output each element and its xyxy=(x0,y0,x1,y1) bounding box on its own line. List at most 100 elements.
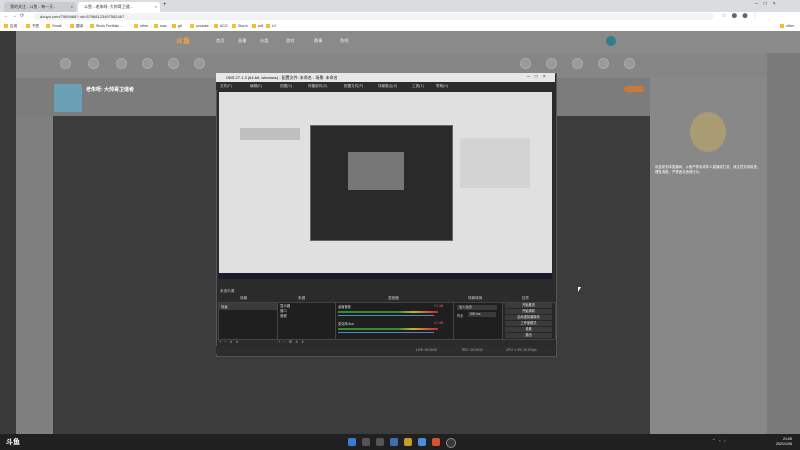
menu-item[interactable]: 视图(V) xyxy=(280,82,292,90)
scene-transitions-dock: 淡入淡出 时长 300 ms xyxy=(453,302,503,340)
site-logo[interactable]: 斗鱼 xyxy=(176,36,190,46)
window-controls[interactable]: –□× xyxy=(755,1,782,7)
dock-title-transitions: 场景转换 xyxy=(468,296,483,300)
scene-add-remove-icons[interactable]: +−∧∨ xyxy=(219,339,242,344)
nav-item[interactable]: 鱼吧 xyxy=(340,38,348,44)
scene-list-item[interactable]: 场景 xyxy=(219,303,277,310)
extension-icons[interactable]: ☆⬤⬤⋮ xyxy=(722,13,763,19)
bookmark-item[interactable]: pdf xyxy=(252,22,263,31)
search-icon[interactable] xyxy=(362,438,370,446)
audio-meter xyxy=(338,328,438,330)
nav-item[interactable]: 赛事 xyxy=(314,38,322,44)
gift-icon[interactable] xyxy=(194,58,205,69)
gift-icon[interactable] xyxy=(142,58,153,69)
nav-item[interactable]: 分类 xyxy=(260,38,268,44)
close-icon[interactable]: × xyxy=(155,2,157,12)
edge-icon[interactable] xyxy=(418,438,426,446)
bookmark-item[interactable]: other xyxy=(134,22,148,31)
obs-title-bar: OBS 27.1.3 (64-bit, windows) - 配置文件: 未命名… xyxy=(216,73,555,82)
nav-item[interactable]: 游戏 xyxy=(286,38,294,44)
mixer-channel-level: 0.0 dB xyxy=(434,304,444,308)
duration-input[interactable]: 300 ms xyxy=(468,312,496,317)
start-menu-icon[interactable] xyxy=(348,438,356,446)
avatar[interactable] xyxy=(606,36,616,46)
exit-button[interactable]: 退出 xyxy=(505,333,552,338)
preview-taskbar xyxy=(219,273,552,279)
gift-icon[interactable] xyxy=(520,58,531,69)
menu-item[interactable]: 工具(T) xyxy=(412,82,424,90)
close-icon[interactable]: × xyxy=(71,2,73,12)
menu-item[interactable]: 配置文件(P) xyxy=(344,82,363,90)
gift-icon[interactable] xyxy=(598,58,609,69)
start-streaming-button[interactable]: 开始推流 xyxy=(505,303,552,308)
obs-menu-bar: 文件(F) 编辑(E) 视图(V) 停靠部件(D) 配置文件(P) 场景集合(S… xyxy=(216,82,555,90)
gift-icon[interactable] xyxy=(168,58,179,69)
chrome-icon[interactable] xyxy=(432,438,440,446)
site-top-nav: 斗鱼 首页 直播 分类 游戏 赛事 鱼吧 xyxy=(16,31,800,53)
bookmark-item[interactable]: Gmail xyxy=(46,22,61,31)
mixer-channel-name: 麦克风/Aux xyxy=(338,322,354,326)
windows-taskbar xyxy=(0,434,800,450)
mixer-channel-name: 桌面音频 xyxy=(338,305,351,309)
left-sidebar xyxy=(0,31,16,434)
gift-icon[interactable] xyxy=(60,58,71,69)
bookmark-item[interactable]: Stock Portfolio ... xyxy=(90,22,123,31)
tab-label: 我的关注 - 斗鱼 - 每一天... xyxy=(10,4,57,9)
obs-icon[interactable] xyxy=(446,438,456,448)
nested-preview-image xyxy=(348,152,404,190)
source-item[interactable]: 音频 xyxy=(278,313,335,318)
system-tray-icons[interactable]: ⌃◔♪ xyxy=(712,438,729,443)
gift-icon[interactable] xyxy=(88,58,99,69)
gift-icon[interactable] xyxy=(624,58,635,69)
bookmark-item[interactable]: ACG xyxy=(214,22,228,31)
volume-slider[interactable] xyxy=(338,332,434,333)
url-input[interactable]: douyu.com/7969468? rid=57968123497582467 xyxy=(34,13,714,20)
dock-title-controls: 控件 xyxy=(522,296,530,300)
menu-item[interactable]: 编辑(E) xyxy=(250,82,262,90)
gift-icon[interactable] xyxy=(546,58,557,69)
bookmark-item[interactable]: youtube xyxy=(190,22,209,31)
rec-status: REC: 00:00:00 xyxy=(462,348,483,352)
menu-item[interactable]: 场景集合(S) xyxy=(378,82,397,90)
audio-meter xyxy=(338,311,438,313)
volume-slider[interactable] xyxy=(338,315,434,316)
settings-button[interactable]: 设置 xyxy=(505,327,552,332)
transition-select[interactable]: 淡入淡出 xyxy=(457,305,497,310)
bookmark-item[interactable]: 翻译 xyxy=(70,22,83,31)
gift-icon[interactable] xyxy=(572,58,583,69)
taskbar-clock[interactable]: 21:05 2021/12/6 xyxy=(764,437,792,446)
new-tab-icon[interactable]: + xyxy=(163,2,167,8)
bookmark-item[interactable]: other xyxy=(780,22,794,31)
source-add-remove-icons[interactable]: +−⚙∧∨ xyxy=(278,339,307,344)
studio-mode-button[interactable]: 工作室模式 xyxy=(505,321,552,326)
menu-item[interactable]: 文件(F) xyxy=(220,82,232,90)
menu-item[interactable]: 帮助(H) xyxy=(436,82,448,90)
mixer-channel-level: 0.0 dB xyxy=(434,321,444,325)
nav-item[interactable]: 直播 xyxy=(238,38,246,44)
live-status: LIVE: 00:00:00 xyxy=(416,348,438,352)
widgets-icon[interactable] xyxy=(390,438,398,446)
bookmark-item[interactable]: 书签 xyxy=(26,22,39,31)
follow-button[interactable] xyxy=(624,86,644,92)
bookmark-item[interactable]: 应用 xyxy=(4,22,17,31)
bookmark-item[interactable]: UI xyxy=(266,22,276,31)
start-virtual-camera-button[interactable]: 启动虚拟摄像机 xyxy=(505,315,552,320)
menu-item[interactable]: 停靠部件(D) xyxy=(308,82,327,90)
start-recording-button[interactable]: 开始录制 xyxy=(505,309,552,314)
clock-date: 2021/12/6 xyxy=(776,441,792,446)
browser-tab-active[interactable]: 斗鱼 - 老朱呀: 大帅哥卫道... × xyxy=(78,2,160,12)
streamer-avatar[interactable] xyxy=(54,84,82,112)
task-view-icon[interactable] xyxy=(376,438,384,446)
mouse-cursor-icon xyxy=(578,287,581,292)
nav-buttons-icon[interactable]: ←→⟳ xyxy=(4,13,27,19)
dock-title-mixer: 混音器 xyxy=(388,296,399,300)
file-explorer-icon[interactable] xyxy=(404,438,412,446)
obs-window-controls[interactable]: –□× xyxy=(527,74,551,80)
bookmark-item[interactable]: git xyxy=(172,22,182,31)
dock-title-sources: 来源 xyxy=(298,296,306,300)
bookmark-item[interactable]: mac xyxy=(154,22,167,31)
gift-icon[interactable] xyxy=(116,58,127,69)
bookmark-item[interactable]: Storm xyxy=(232,22,248,31)
browser-tab[interactable]: 我的关注 - 斗鱼 - 每一天... × xyxy=(4,2,76,12)
nav-item[interactable]: 首页 xyxy=(216,38,224,44)
